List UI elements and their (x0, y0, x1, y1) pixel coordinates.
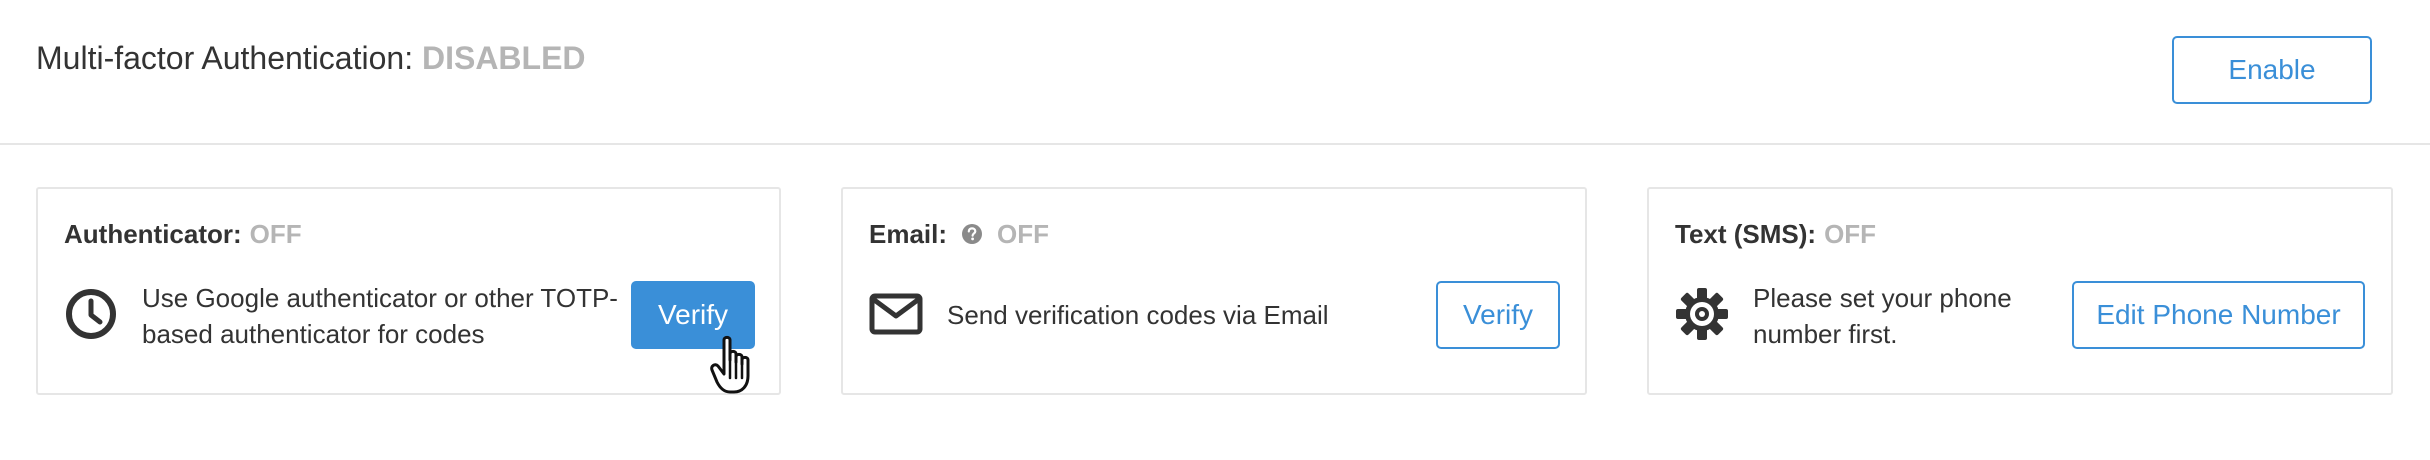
sms-description: Please set your phone number first. (1753, 283, 2012, 349)
email-description: Send verification codes via Email (947, 300, 1329, 330)
email-verify-button[interactable]: Verify (1436, 281, 1560, 349)
email-card: Email: OFF Send verification codes via E… (841, 187, 1587, 395)
authenticator-title-label: Authenticator: (64, 219, 242, 249)
mfa-title: Multi-factor Authentication: DISABLED (36, 38, 586, 78)
authenticator-description: Use Google authenticator or other TOTP-b… (142, 283, 618, 349)
authenticator-card-title: Authenticator: OFF (64, 218, 302, 250)
email-card-title: Email: OFF (869, 218, 1049, 250)
mfa-title-label: Multi-factor Authentication: (36, 40, 414, 76)
authenticator-card: Authenticator: OFF Use Google authentica… (36, 187, 781, 395)
authenticator-verify-button[interactable]: Verify (631, 281, 755, 349)
sms-title-label: Text (SMS): (1675, 219, 1817, 249)
email-status: OFF (997, 219, 1050, 249)
email-title-label: Email: (869, 219, 948, 249)
sms-status: OFF (1824, 219, 1877, 249)
sms-card-title: Text (SMS): OFF (1675, 218, 1876, 250)
mfa-header: Multi-factor Authentication: DISABLED En… (0, 0, 2430, 145)
enable-button[interactable]: Enable (2172, 36, 2372, 104)
gear-icon (1675, 287, 1729, 341)
question-circle-icon[interactable] (961, 223, 983, 245)
authenticator-status: OFF (249, 219, 302, 249)
clock-icon (64, 287, 118, 341)
mfa-status: DISABLED (421, 40, 586, 76)
sms-card: Text (SMS): OFF Please set your phone nu… (1647, 187, 2393, 395)
edit-phone-number-button[interactable]: Edit Phone Number (2072, 281, 2365, 349)
envelope-icon (869, 287, 923, 341)
